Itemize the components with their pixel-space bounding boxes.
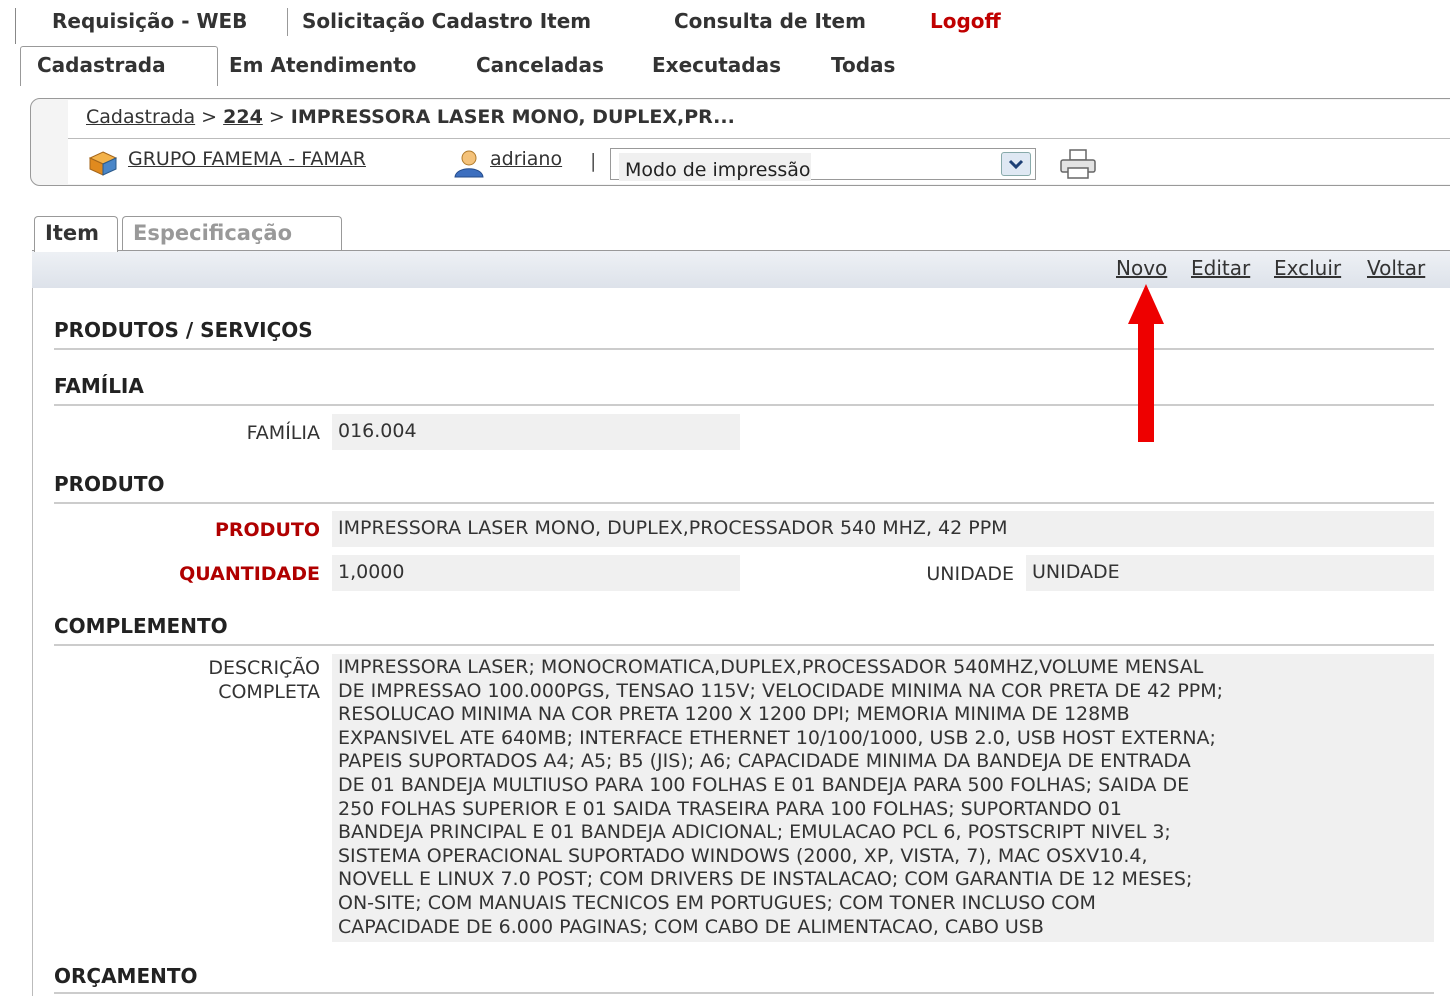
descricao-line: DE 01 BANDEJA MULTIUSO PARA 100 FOLHAS E… bbox=[338, 773, 1190, 796]
section-produtos-servicos: PRODUTOS / SERVIÇOS bbox=[54, 318, 313, 342]
descricao-line: RESOLUCAO MINIMA NA COR PRETA 1200 X 120… bbox=[338, 703, 1130, 726]
descricao-line: BANDEJA PRINCIPAL E 01 BANDEJA ADICIONAL… bbox=[338, 821, 1171, 844]
divider bbox=[54, 992, 1434, 994]
descricao-line: CAPACIDADE DE 6.000 PAGINAS; COM CABO DE… bbox=[338, 915, 1044, 938]
subtab-todas[interactable]: Todas bbox=[831, 53, 895, 77]
divider bbox=[54, 644, 1434, 646]
familia-label: FAMÍLIA bbox=[246, 422, 320, 444]
section-familia: FAMÍLIA bbox=[54, 374, 144, 398]
print-mode-value: Modo de impressão bbox=[619, 153, 811, 181]
section-complemento: COMPLEMENTO bbox=[54, 614, 228, 638]
group-link[interactable]: GRUPO FAMEMA - FAMAR bbox=[128, 148, 366, 170]
novo-link[interactable]: Novo bbox=[1116, 256, 1167, 280]
box-icon bbox=[88, 151, 118, 176]
descricao-line: EXPANSIVEL ATE 640MB; INTERFACE ETHERNET… bbox=[338, 726, 1216, 749]
quantidade-value: 1,0000 bbox=[332, 555, 740, 591]
user-link[interactable]: adriano bbox=[490, 148, 562, 170]
divider bbox=[54, 404, 1434, 406]
subtab-executadas[interactable]: Executadas bbox=[652, 53, 781, 77]
descricao-line: ON-SITE; COM MANUAIS TECNICOS EM PORTUGU… bbox=[338, 891, 1096, 914]
tab-divider bbox=[15, 8, 16, 44]
section-produto: PRODUTO bbox=[54, 472, 165, 496]
nav-solicitacao-cadastro-item[interactable]: Solicitação Cadastro Item bbox=[302, 9, 591, 33]
divider bbox=[54, 502, 1434, 504]
descricao-label: COMPLETA bbox=[218, 681, 320, 703]
descricao-label: DESCRIÇÃO bbox=[208, 657, 320, 679]
sub-nav: Cadastrada Em Atendimento Canceladas Exe… bbox=[0, 44, 1450, 86]
tab-divider bbox=[287, 8, 288, 36]
divider bbox=[68, 138, 1450, 139]
breadcrumb-separator: > bbox=[262, 106, 291, 128]
descricao-line: 250 FOLHAS SUPERIOR E 01 SAIDA TRASEIRA … bbox=[338, 797, 1122, 820]
nav-consulta-de-item[interactable]: Consulta de Item bbox=[674, 9, 866, 33]
content-border bbox=[32, 288, 33, 996]
chevron-down-icon[interactable] bbox=[1001, 152, 1031, 176]
divider bbox=[54, 348, 1434, 350]
top-nav: Requisição - WEB Solicitação Cadastro It… bbox=[0, 0, 1450, 44]
section-orcamento: ORÇAMENTO bbox=[54, 964, 198, 988]
user-icon bbox=[454, 150, 484, 178]
descricao-line: IMPRESSORA LASER; MONOCROMATICA,DUPLEX,P… bbox=[338, 656, 1204, 678]
familia-value: 016.004 bbox=[332, 414, 740, 450]
tab-item[interactable]: Item bbox=[34, 216, 118, 252]
breadcrumb: Cadastrada > 224 > IMPRESSORA LASER MONO… bbox=[86, 106, 735, 128]
descricao-line: DE IMPRESSAO 100.000PGS, TENSAO 115V; VE… bbox=[338, 679, 1224, 702]
tab-item-label: Item bbox=[45, 221, 99, 245]
arrow-up-icon bbox=[1128, 284, 1164, 442]
editar-link[interactable]: Editar bbox=[1191, 256, 1250, 280]
breadcrumb-number[interactable]: 224 bbox=[223, 106, 263, 128]
produto-value: IMPRESSORA LASER MONO, DUPLEX,PROCESSADO… bbox=[332, 511, 1434, 547]
breadcrumb-title: IMPRESSORA LASER MONO, DUPLEX,PR... bbox=[290, 106, 735, 128]
descricao-line: NOVELL E LINUX 7.0 POST; COM DRIVERS DE … bbox=[338, 868, 1193, 891]
subtab-em-atendimento[interactable]: Em Atendimento bbox=[229, 53, 416, 77]
nav-logoff[interactable]: Logoff bbox=[930, 9, 1001, 33]
quantidade-label: QUANTIDADE bbox=[179, 563, 320, 585]
descricao-value: IMPRESSORA LASER; MONOCROMATICA,DUPLEX,P… bbox=[332, 654, 1434, 942]
tab-especificacao[interactable]: Especificação bbox=[122, 216, 342, 252]
subtab-canceladas[interactable]: Canceladas bbox=[476, 53, 604, 77]
produto-label: PRODUTO bbox=[214, 519, 320, 541]
excluir-link[interactable]: Excluir bbox=[1274, 256, 1341, 280]
unidade-label: UNIDADE bbox=[926, 563, 1014, 585]
voltar-link[interactable]: Voltar bbox=[1367, 256, 1425, 280]
breadcrumb-cadastrada[interactable]: Cadastrada bbox=[86, 106, 195, 128]
print-mode-select[interactable]: Modo de impressão bbox=[610, 148, 1036, 181]
descricao-line: SISTEMA OPERACIONAL SUPORTADO WINDOWS (2… bbox=[338, 844, 1148, 867]
subtab-cadastrada[interactable]: Cadastrada bbox=[37, 53, 166, 77]
breadcrumb-separator: > bbox=[195, 106, 224, 128]
descricao-line: PAPEIS SUPORTADOS A4; A5; B5 (JIS); A6; … bbox=[338, 750, 1191, 773]
printer-icon[interactable] bbox=[1058, 148, 1098, 180]
tab-especificacao-label: Especificação bbox=[133, 221, 292, 245]
tab-requisicao-web[interactable]: Requisição - WEB bbox=[52, 9, 247, 33]
unidade-value: UNIDADE bbox=[1026, 555, 1434, 591]
separator: | bbox=[590, 150, 597, 172]
